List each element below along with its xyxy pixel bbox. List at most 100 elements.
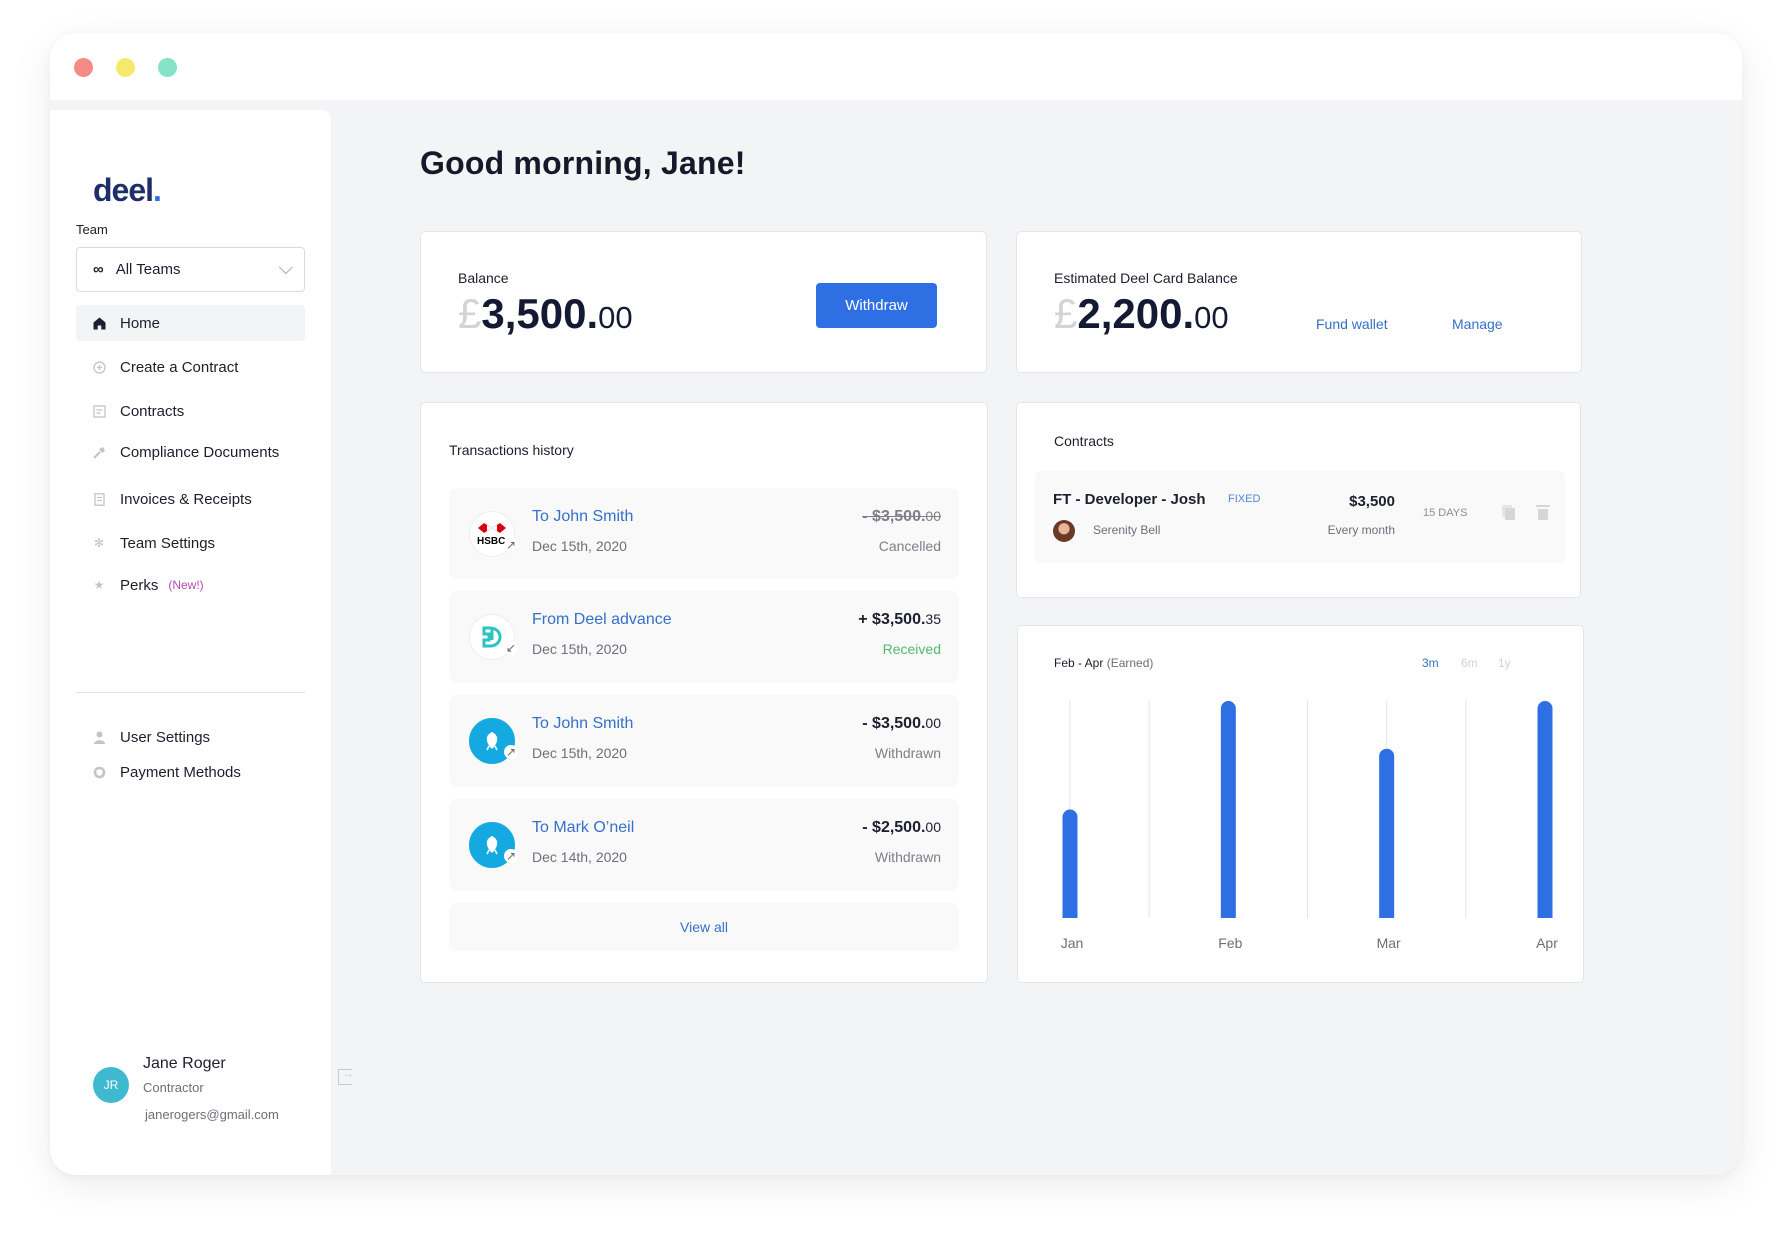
transaction-status: Cancelled xyxy=(878,538,941,554)
contract-days-remaining: 15 DAYS xyxy=(1423,507,1468,519)
sidebar-item-team-settings[interactable]: ✻ Team Settings xyxy=(76,525,305,561)
contracts-title: Contracts xyxy=(1054,433,1114,449)
chart-x-tick-label: Feb xyxy=(1218,935,1242,951)
team-select-value: All Teams xyxy=(115,261,181,278)
outgoing-arrow-icon: ↗ xyxy=(504,538,518,552)
transaction-amount: - $3,500.00 xyxy=(862,508,941,525)
transaction-title[interactable]: To John Smith xyxy=(532,715,633,733)
home-icon xyxy=(92,316,106,330)
transaction-title[interactable]: From Deel advance xyxy=(532,611,672,629)
chart-bar-jan[interactable] xyxy=(1062,809,1078,919)
sidebar-item-compliance-documents[interactable]: Compliance Documents xyxy=(76,434,305,470)
contractor-avatar xyxy=(1053,520,1075,542)
deel-card-balance-card: Estimated Deel Card Balance £2,200.00 Fu… xyxy=(1016,231,1582,373)
sidebar-item-label: Payment Methods xyxy=(120,763,241,781)
avatar[interactable]: JR xyxy=(93,1067,129,1103)
minimize-window-button[interactable] xyxy=(116,58,135,77)
user-role: Contractor xyxy=(143,1080,204,1095)
deel-card-balance-amount: £2,200.00 xyxy=(1054,290,1229,337)
chart-bar-mar[interactable] xyxy=(1379,748,1395,918)
sidebar-divider xyxy=(76,692,305,693)
transaction-title[interactable]: To John Smith xyxy=(532,508,633,526)
transaction-title[interactable]: To Mark O’neil xyxy=(532,819,634,837)
sidebar-item-create-contract[interactable]: Create a Contract xyxy=(76,349,305,385)
infinity-icon: ∞ xyxy=(93,261,104,278)
sidebar-item-label: Invoices & Receipts xyxy=(120,490,252,508)
transaction-date: Dec 15th, 2020 xyxy=(532,641,627,657)
contracts-card: Contracts FT - Developer - Josh FIXED Se… xyxy=(1016,402,1581,598)
balance-card: Balance £3,500.00 Withdraw xyxy=(420,231,987,373)
deel-logo[interactable]: deel. xyxy=(93,172,162,209)
close-window-button[interactable] xyxy=(74,58,93,77)
transaction-row[interactable]: ↗ To John Smith Dec 15th, 2020 - $3,500.… xyxy=(449,695,959,786)
transaction-amount: + $3,500.35 xyxy=(858,611,941,628)
sidebar-item-label: Perks xyxy=(120,576,159,594)
maximize-window-button[interactable] xyxy=(158,58,177,77)
sidebar-item-contracts[interactable]: Contracts xyxy=(76,393,305,429)
outgoing-arrow-icon: ↗ xyxy=(504,849,518,863)
transaction-row[interactable]: ↗ To Mark O’neil Dec 14th, 2020 - $2,500… xyxy=(449,799,959,890)
sidebar-item-label: Contracts xyxy=(120,402,185,420)
transactions-title: Transactions history xyxy=(449,442,574,458)
new-badge: (New!) xyxy=(168,578,204,592)
user-icon xyxy=(92,730,106,744)
earnings-chart-card: Feb - Apr (Earned) 3m 6m 1y Jan Feb Mar Apr xyxy=(1017,625,1584,983)
svg-text:HSBC: HSBC xyxy=(477,536,505,546)
sidebar-item-label: User Settings xyxy=(120,728,211,746)
sidebar-item-user-settings[interactable]: User Settings xyxy=(76,719,305,755)
chart-x-tick-label: Jan xyxy=(1061,935,1084,951)
contractor-name: Serenity Bell xyxy=(1093,523,1161,537)
contract-title[interactable]: FT - Developer - Josh xyxy=(1053,491,1206,508)
user-email: janerogers@gmail.com xyxy=(145,1107,279,1122)
document-icon xyxy=(92,404,106,418)
transaction-row[interactable]: ↙ From Deel advance Dec 15th, 2020 + $3,… xyxy=(449,591,959,682)
user-name: Jane Roger xyxy=(143,1055,226,1072)
sidebar-item-label: Home xyxy=(120,314,161,332)
copy-icon[interactable] xyxy=(1505,508,1515,520)
transaction-amount: - $3,500.00 xyxy=(862,715,941,732)
withdraw-button[interactable]: Withdraw xyxy=(816,283,937,328)
chart-bar-feb[interactable] xyxy=(1220,701,1236,918)
transaction-status: Received xyxy=(882,641,941,657)
title-bar xyxy=(50,33,1742,100)
sidebar-item-label: Compliance Documents xyxy=(120,443,280,461)
plus-circle-icon xyxy=(92,360,106,374)
transaction-date: Dec 15th, 2020 xyxy=(532,745,627,761)
sidebar-item-label: Team Settings xyxy=(120,534,216,552)
team-select[interactable]: ∞ All Teams xyxy=(76,247,305,292)
transaction-status: Withdrawn xyxy=(874,745,941,761)
page-title: Good morning, Jane! xyxy=(420,145,746,181)
fund-wallet-link[interactable]: Fund wallet xyxy=(1316,316,1388,332)
manage-link[interactable]: Manage xyxy=(1452,316,1503,332)
sidebar-item-invoices-receipts[interactable]: Invoices & Receipts xyxy=(76,481,305,517)
contract-amount: $3,500 xyxy=(1349,493,1395,510)
sidebar-item-payment-methods[interactable]: Payment Methods xyxy=(76,754,305,790)
transaction-amount: - $2,500.00 xyxy=(862,819,941,836)
logout-icon[interactable] xyxy=(338,1066,354,1085)
balance-label: Balance xyxy=(458,270,509,286)
sidebar-item-label: Create a Contract xyxy=(120,358,239,376)
contract-row[interactable]: FT - Developer - Josh FIXED Serenity Bel… xyxy=(1035,471,1565,563)
shield-icon xyxy=(92,765,106,779)
sidebar-item-perks[interactable]: ★ Perks (New!) xyxy=(76,567,305,603)
team-label: Team xyxy=(76,222,108,237)
chart-bar-apr[interactable] xyxy=(1537,701,1553,918)
trash-icon[interactable] xyxy=(1536,505,1550,520)
contract-frequency: Every month xyxy=(1327,523,1395,537)
deel-card-balance-label: Estimated Deel Card Balance xyxy=(1054,270,1238,286)
transaction-status: Withdrawn xyxy=(874,849,941,865)
earnings-bar-chart: Jan Feb Mar Apr xyxy=(1061,701,1558,951)
transactions-card: Transactions history HSBC ↗ To John Smit… xyxy=(420,402,988,983)
receipt-icon xyxy=(92,492,106,506)
view-all-button[interactable]: View all xyxy=(449,903,959,951)
sidebar-item-home[interactable]: Home xyxy=(76,305,305,341)
sidebar: deel. Team ∞ All Teams Home Create a Con… xyxy=(50,110,354,1175)
transaction-row[interactable]: HSBC ↗ To John Smith Dec 15th, 2020 - $3… xyxy=(449,488,959,579)
transaction-date: Dec 15th, 2020 xyxy=(532,538,627,554)
chart-x-tick-label: Mar xyxy=(1377,935,1401,951)
gear-icon: ✻ xyxy=(93,536,105,550)
hammer-icon xyxy=(92,445,106,459)
transaction-date: Dec 14th, 2020 xyxy=(532,849,627,865)
balance-amount: £3,500.00 xyxy=(458,290,633,337)
chart-x-tick-label: Apr xyxy=(1536,935,1558,951)
